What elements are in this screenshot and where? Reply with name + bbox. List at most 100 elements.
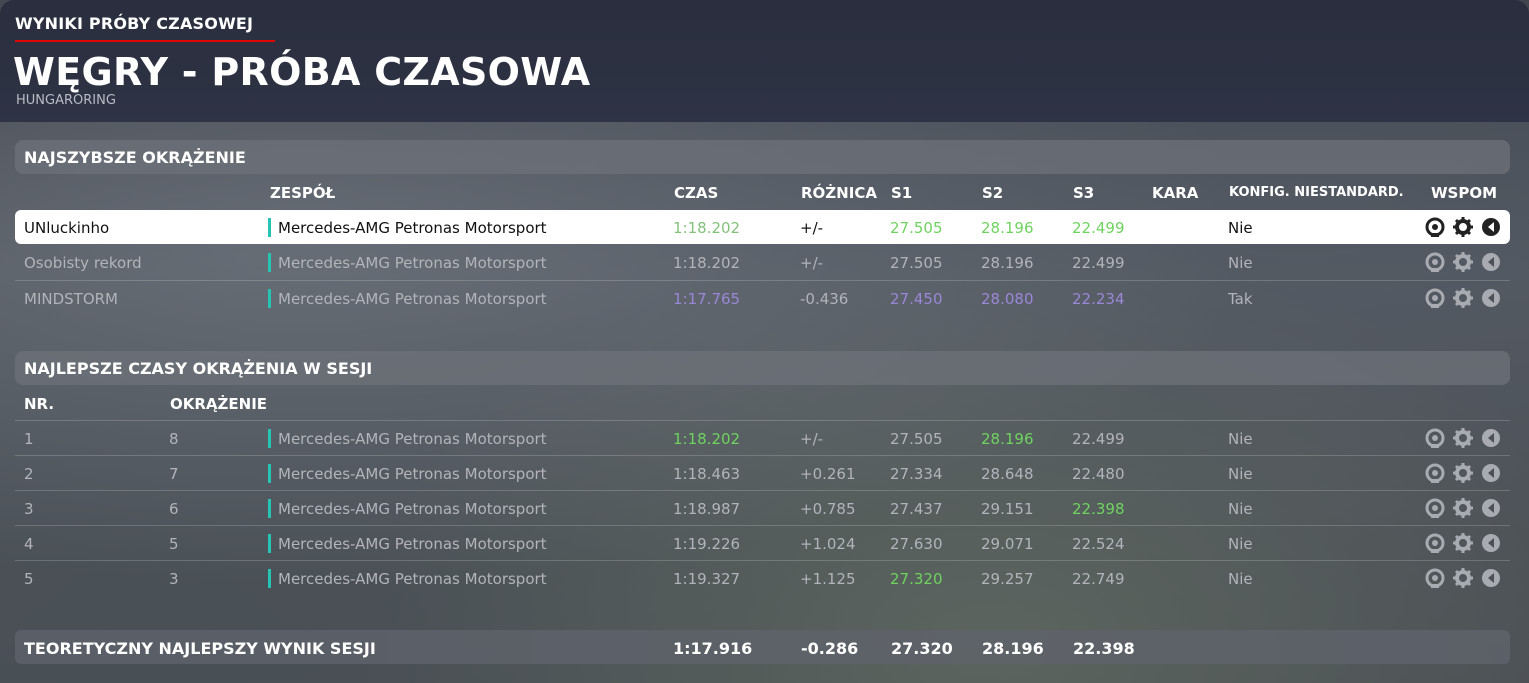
theoretical-diff: -0.286 — [801, 639, 859, 658]
ghost-icon[interactable] — [1480, 216, 1502, 238]
team-color-stripe — [268, 429, 271, 448]
replay-icon[interactable] — [1424, 287, 1446, 309]
team-name: Mercedes-AMG Petronas Motorsport — [278, 535, 547, 553]
time-diff: +0.261 — [800, 465, 856, 483]
replay-icon[interactable] — [1424, 251, 1446, 273]
sector-1: 27.437 — [890, 500, 943, 518]
ghost-icon[interactable] — [1480, 287, 1502, 309]
settings-gear-icon[interactable] — [1452, 427, 1474, 449]
team-name: Mercedes-AMG Petronas Motorsport — [278, 465, 547, 483]
lap-number: 7 — [169, 465, 179, 483]
lap-time: 1:19.327 — [673, 570, 741, 588]
sector-3: 22.480 — [1072, 465, 1125, 483]
sector-3: 22.524 — [1072, 535, 1125, 553]
theoretical-best-bar: TEORETYCZNY NAJLEPSZY WYNIK SESJI 1:17.9… — [15, 630, 1510, 664]
lap-number: 3 — [169, 570, 179, 588]
table-row[interactable]: 5 3 Mercedes-AMG Petronas Motorsport 1:1… — [15, 560, 1510, 595]
page-title: WĘGRY - PRÓBA CZASOWA — [13, 50, 591, 94]
settings-gear-icon[interactable] — [1452, 497, 1474, 519]
sector-3: 22.499 — [1072, 430, 1125, 448]
ghost-icon[interactable] — [1480, 251, 1502, 273]
team-name: Mercedes-AMG Petronas Motorsport — [278, 219, 547, 237]
lap-time: 1:17.765 — [673, 290, 741, 308]
ghost-icon[interactable] — [1480, 497, 1502, 519]
row-actions — [1424, 462, 1502, 484]
lap-time: 1:18.202 — [673, 430, 741, 448]
col-diff: RÓŻNICA — [801, 184, 877, 202]
custom-config: Nie — [1228, 535, 1253, 553]
col-team: ZESPÓŁ — [270, 184, 336, 202]
col-penalty: KARA — [1152, 184, 1199, 202]
ghost-icon[interactable] — [1480, 567, 1502, 589]
kicker-underline — [15, 40, 275, 42]
sector-2: 28.080 — [981, 290, 1034, 308]
theoretical-s2: 28.196 — [982, 639, 1044, 658]
sector-2: 29.071 — [981, 535, 1034, 553]
table-row[interactable]: Osobisty rekord Mercedes-AMG Petronas Mo… — [15, 245, 1510, 279]
custom-config: Nie — [1228, 465, 1253, 483]
col-s2: S2 — [982, 184, 1004, 202]
sector-3: 22.398 — [1072, 500, 1125, 518]
sector-2: 28.648 — [981, 465, 1034, 483]
settings-gear-icon[interactable] — [1452, 567, 1474, 589]
custom-config: Nie — [1228, 570, 1253, 588]
session-laps-section-header: NAJLEPSZE CZASY OKRĄŻENIA W SESJI — [15, 351, 1510, 385]
sector-1: 27.505 — [890, 430, 943, 448]
sector-2: 28.196 — [981, 219, 1034, 237]
ghost-icon[interactable] — [1480, 532, 1502, 554]
settings-gear-icon[interactable] — [1452, 216, 1474, 238]
table-row[interactable]: 1 8 Mercedes-AMG Petronas Motorsport 1:1… — [15, 420, 1510, 455]
team-color-stripe — [268, 289, 271, 308]
row-number: 1 — [24, 430, 34, 448]
table-row[interactable]: UNluckinho Mercedes-AMG Petronas Motorsp… — [15, 210, 1510, 244]
time-diff: +/- — [800, 254, 824, 272]
team-color-stripe — [268, 253, 271, 272]
replay-icon[interactable] — [1424, 427, 1446, 449]
row-number: 2 — [24, 465, 34, 483]
team-color-stripe — [268, 464, 271, 483]
table-row[interactable]: 4 5 Mercedes-AMG Petronas Motorsport 1:1… — [15, 525, 1510, 560]
team-name: Mercedes-AMG Petronas Motorsport — [278, 500, 547, 518]
row-actions — [1424, 251, 1502, 273]
replay-icon[interactable] — [1424, 497, 1446, 519]
settings-gear-icon[interactable] — [1452, 287, 1474, 309]
replay-icon[interactable] — [1424, 462, 1446, 484]
lap-time: 1:18.987 — [673, 500, 741, 518]
sector-1: 27.450 — [890, 290, 943, 308]
theoretical-s1: 27.320 — [891, 639, 953, 658]
lap-number: 6 — [169, 500, 179, 518]
table-row[interactable]: 3 6 Mercedes-AMG Petronas Motorsport 1:1… — [15, 490, 1510, 525]
ghost-icon[interactable] — [1480, 427, 1502, 449]
custom-config: Nie — [1228, 430, 1253, 448]
sector-3: 22.234 — [1072, 290, 1125, 308]
theoretical-s3: 22.398 — [1073, 639, 1135, 658]
row-actions — [1424, 567, 1502, 589]
col-config: KONFIG. NIESTANDARD. — [1229, 185, 1404, 200]
team-color-stripe — [268, 218, 271, 237]
table-row[interactable]: MINDSTORM Mercedes-AMG Petronas Motorspo… — [15, 280, 1510, 315]
custom-config: Nie — [1228, 500, 1253, 518]
col-s3: S3 — [1073, 184, 1095, 202]
replay-icon[interactable] — [1424, 532, 1446, 554]
sector-2: 29.257 — [981, 570, 1034, 588]
team-color-stripe — [268, 534, 271, 553]
time-diff: +1.125 — [800, 570, 856, 588]
settings-gear-icon[interactable] — [1452, 462, 1474, 484]
driver-name: Osobisty rekord — [24, 254, 142, 272]
col-replay: WSPOM — [1431, 184, 1498, 202]
section-title: NAJSZYBSZE OKRĄŻENIE — [24, 148, 246, 167]
time-diff: +1.024 — [800, 535, 856, 553]
table-row[interactable]: 2 7 Mercedes-AMG Petronas Motorsport 1:1… — [15, 455, 1510, 490]
ghost-icon[interactable] — [1480, 462, 1502, 484]
replay-icon[interactable] — [1424, 567, 1446, 589]
sector-3: 22.499 — [1072, 254, 1125, 272]
header-kicker: WYNIKI PRÓBY CZASOWEJ — [15, 14, 254, 33]
settings-gear-icon[interactable] — [1452, 532, 1474, 554]
custom-config: Nie — [1228, 219, 1253, 237]
row-number: 4 — [24, 535, 34, 553]
sector-3: 22.749 — [1072, 570, 1125, 588]
sector-1: 27.505 — [890, 219, 943, 237]
replay-icon[interactable] — [1424, 216, 1446, 238]
settings-gear-icon[interactable] — [1452, 251, 1474, 273]
time-diff: +/- — [800, 219, 824, 237]
